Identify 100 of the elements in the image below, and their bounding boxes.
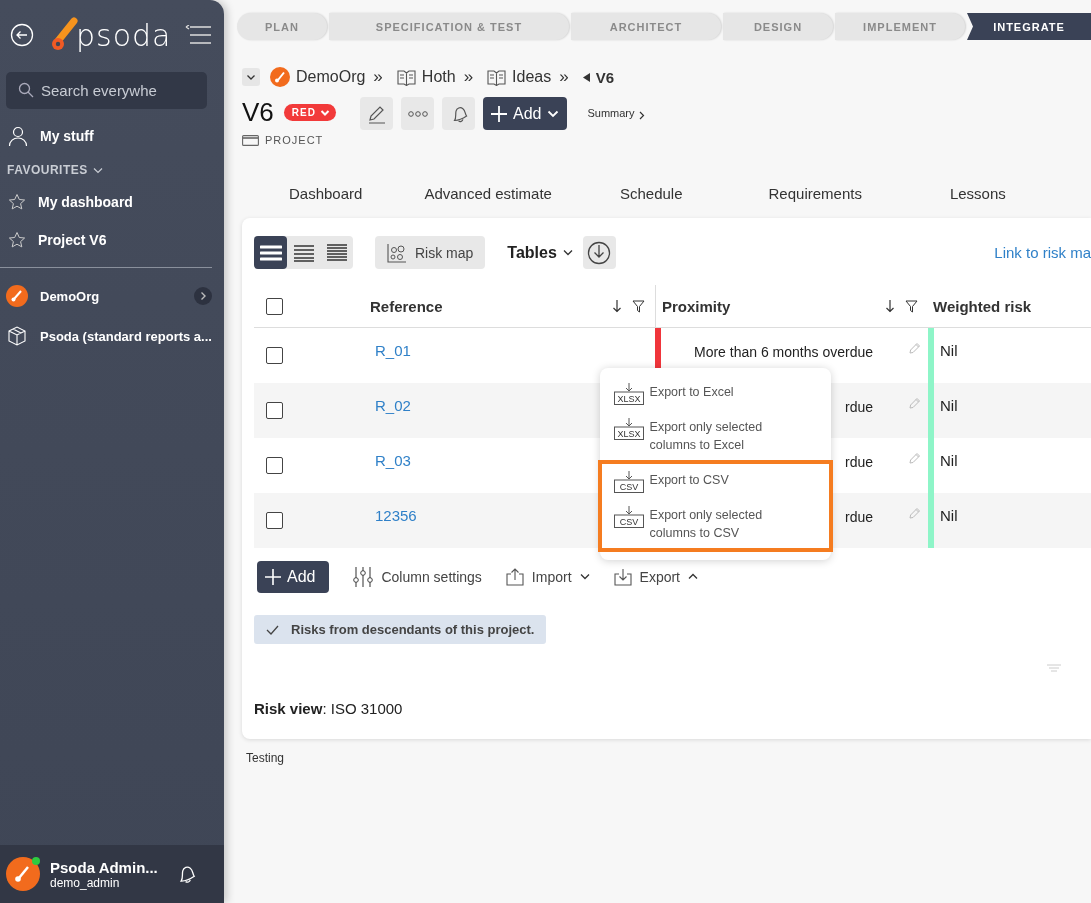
column-header[interactable]: Proximity: [662, 297, 731, 315]
more-button[interactable]: [401, 97, 434, 130]
footer-note: Testing: [246, 751, 286, 765]
bell-button[interactable]: [442, 97, 475, 130]
sidebar-item[interactable]: DemoOrg: [0, 276, 224, 316]
risk-view-text: Risk view: ISO 31000: [254, 700, 404, 717]
tables-dropdown[interactable]: Tables: [497, 243, 583, 262]
sidebar-item[interactable]: Psoda (standard reports a...: [0, 316, 224, 356]
row-checkbox[interactable]: [266, 512, 283, 529]
reference-link[interactable]: R_01: [375, 342, 411, 359]
stage-tab[interactable]: INTEGRATE: [967, 13, 1091, 40]
risk-map-link[interactable]: Link to risk ma: [994, 244, 1091, 261]
box-icon: [6, 325, 28, 347]
chevron-down-icon: [547, 109, 560, 118]
summary-link[interactable]: Summary: [587, 107, 635, 119]
plus-icon: [265, 568, 281, 585]
reference-link[interactable]: R_03: [375, 452, 411, 469]
reference-link[interactable]: R_02: [375, 397, 411, 414]
wrench-icon: [6, 285, 28, 307]
chevron-down-icon: [319, 108, 330, 117]
tab[interactable]: Advanced estimate: [362, 184, 552, 202]
filter-chip[interactable]: Risks from descendants of this project.: [254, 615, 547, 644]
download-button[interactable]: [582, 236, 616, 269]
row-checkbox[interactable]: [266, 347, 283, 364]
table-cell: Nil: [940, 342, 958, 359]
breadcrumb-current: V6: [595, 68, 615, 86]
menu-item[interactable]: CSV Export to CSV: [597, 459, 833, 499]
chevron-right-icon[interactable]: [194, 287, 212, 305]
tab[interactable]: Schedule: [551, 184, 683, 202]
avatar-icon: [6, 857, 40, 891]
menu-item[interactable]: XLSX Export to Excel: [597, 375, 833, 411]
list-icon: [259, 243, 282, 262]
download-icon: [587, 240, 612, 265]
person-icon: [8, 126, 28, 146]
view-density-button[interactable]: [254, 236, 287, 269]
search-field[interactable]: Search everywhe: [6, 72, 207, 109]
tab[interactable]: Lessons: [861, 184, 1006, 202]
import-button[interactable]: Import: [505, 567, 590, 586]
book-icon: [396, 68, 416, 86]
project-type-label: PROJECT: [265, 134, 324, 146]
breadcrumb-link[interactable]: Hoth: [421, 68, 456, 86]
table-cell: Nil: [940, 452, 958, 469]
breadcrumb-separator: »: [559, 67, 569, 87]
breadcrumb-link[interactable]: DemoOrg: [296, 68, 366, 86]
table-cell: Nil: [940, 507, 958, 524]
menu-item[interactable]: XLSX Export only selected columns to Excel: [597, 410, 833, 460]
sort-arrow-icon[interactable]: [612, 299, 622, 313]
user-login: demo_admin: [50, 875, 121, 890]
breadcrumb-separator: »: [463, 67, 474, 87]
list-icon: [292, 243, 315, 262]
column-settings-button[interactable]: Column settings: [353, 565, 482, 588]
edit-button[interactable]: [360, 97, 393, 130]
wrench-icon: [270, 67, 290, 87]
sidebar-item[interactable]: My stuff: [0, 117, 224, 155]
row-checkbox[interactable]: [266, 457, 283, 474]
back-icon[interactable]: [10, 23, 34, 47]
menu-item[interactable]: CSV Export only selected columns to CSV: [597, 498, 833, 552]
chevron-icon: [579, 573, 590, 580]
more-icon: [407, 109, 428, 118]
scatter-icon: [387, 242, 407, 263]
chevron-icon[interactable]: [92, 166, 103, 174]
chevron-right-icon: [638, 111, 645, 120]
status-badge[interactable]: RED: [283, 104, 336, 121]
table-cell: rdue: [844, 399, 873, 415]
star-icon: [8, 193, 26, 211]
user-name: Psoda Admin...: [50, 858, 158, 876]
select-all-checkbox[interactable]: [266, 297, 283, 315]
sidebar-item[interactable]: Project V6: [0, 221, 224, 259]
table-cell: rdue: [844, 509, 873, 525]
calendar-icon: [242, 134, 259, 146]
filter-icon[interactable]: [632, 299, 645, 313]
tab[interactable]: Dashboard: [242, 184, 363, 202]
breadcrumb-link[interactable]: Ideas: [512, 68, 552, 86]
favourites-toggle[interactable]: FAVOURITES: [7, 163, 88, 177]
breadcrumb-separator: »: [373, 67, 383, 87]
dropdown-icon[interactable]: [242, 68, 260, 86]
book-icon: [487, 68, 507, 86]
add-button[interactable]: Add: [257, 560, 330, 593]
risk-map-button[interactable]: Risk map: [375, 236, 486, 269]
logo-icon: [50, 17, 80, 53]
row-checkbox[interactable]: [266, 402, 283, 419]
add-button[interactable]: Add: [483, 97, 568, 130]
list-icon: [325, 243, 348, 262]
chevron-down-icon: [562, 249, 573, 256]
column-header[interactable]: Weighted risk: [933, 297, 1032, 315]
sort-arrow-icon[interactable]: [885, 299, 895, 313]
tab[interactable]: Requirements: [682, 184, 862, 202]
search-icon: [18, 82, 34, 98]
download-icon: [613, 567, 632, 586]
column-header[interactable]: Reference: [370, 297, 443, 315]
collapse-menu-icon[interactable]: [184, 25, 212, 45]
triangle-left-icon: [582, 72, 590, 82]
sidebar-item[interactable]: My dashboard: [0, 183, 224, 221]
logo-text: psoda: [76, 17, 172, 53]
check-icon: [266, 624, 279, 635]
export-button[interactable]: Export: [613, 567, 698, 586]
reference-link[interactable]: 12356: [375, 507, 417, 524]
star-icon: [8, 231, 26, 249]
page-title: V6: [242, 97, 274, 128]
filter-icon[interactable]: [905, 299, 918, 313]
